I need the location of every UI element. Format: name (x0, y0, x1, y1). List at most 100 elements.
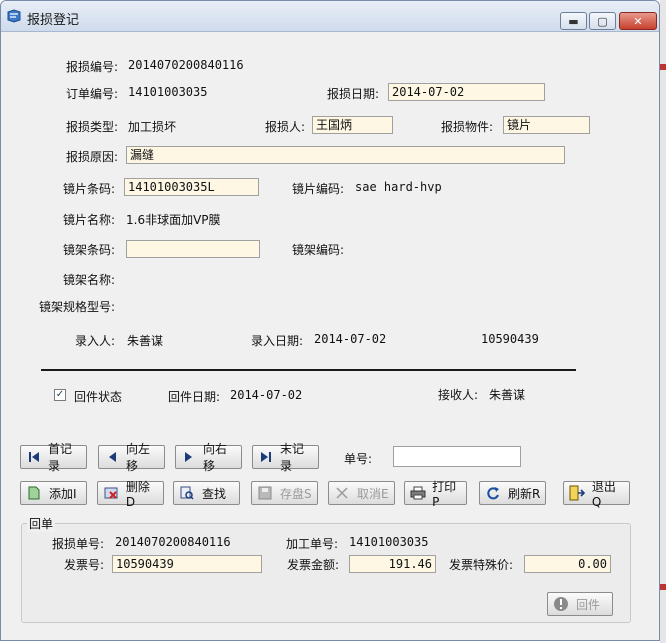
app-window: 报损登记 ▬ ▢ ✕ 报损编号: 2014070200840116 订单编号: … (0, 0, 660, 641)
report-no-label: 报损编号: (66, 60, 119, 74)
return-button-label: 回件 (576, 597, 601, 612)
invoice-field[interactable]: 10590439 (112, 555, 262, 573)
move-right-label: 向右移 (203, 442, 228, 473)
move-left-label: 向左移 (126, 442, 151, 473)
report-date-field[interactable]: 2014-07-02 (388, 83, 545, 101)
entry-number-value: 10590439 (481, 332, 539, 346)
frame-barcode-label: 镜架条码: (63, 243, 116, 257)
maximize-button[interactable]: ▢ (589, 12, 616, 30)
reason-field[interactable]: 漏缝 (126, 146, 565, 164)
section-divider (41, 369, 576, 371)
refresh-button[interactable]: 刷新R (479, 481, 546, 505)
close-icon: ✕ (633, 14, 643, 28)
receipt-section-label: 回单 (27, 515, 56, 532)
delete-button[interactable]: 删除D (97, 480, 164, 509)
process-no-label: 加工单号: (286, 537, 339, 551)
reporter-field[interactable]: 王国炳 (312, 116, 393, 134)
invoice-label: 发票号: (64, 558, 105, 572)
invoice-amount-field[interactable]: 191.46 (349, 555, 436, 573)
item-field[interactable]: 镜片 (503, 116, 590, 134)
reason-label: 报损原因: (66, 150, 119, 164)
move-left-button[interactable]: 向左移 (98, 442, 165, 473)
lens-name-value: 1.6非球面加VP膜 (126, 213, 221, 227)
frame-spec-label: 镜架规格型号: (39, 300, 116, 314)
triangle-left-icon (103, 448, 120, 466)
delete-label: 删除D (125, 479, 150, 509)
frame-name-label: 镜架名称: (63, 273, 116, 287)
edge-marker (660, 584, 666, 590)
print-label: 打印P (432, 479, 457, 509)
return-date-value: 2014-07-02 (230, 388, 303, 402)
last-record-button[interactable]: 末记录 (252, 442, 319, 473)
delete-icon (102, 484, 120, 502)
return-button[interactable]: 回件 (547, 592, 613, 616)
save-disk-icon (256, 484, 274, 502)
lens-code-label: 镜片编码: (292, 182, 345, 196)
reporter-label: 报损人: (265, 120, 306, 134)
entry-date-value: 2014-07-02 (314, 332, 387, 346)
search-button[interactable]: 查找 (173, 481, 240, 505)
return-status-label: 回件状态 (74, 390, 123, 404)
checkmark-icon: ✓ (55, 389, 65, 400)
minimize-button[interactable]: ▬ (560, 12, 587, 30)
add-button[interactable]: 添加I (20, 481, 87, 505)
triangle-right-icon (180, 448, 197, 466)
exit-button[interactable]: 退出Q (563, 480, 630, 509)
move-right-button[interactable]: 向右移 (175, 442, 242, 473)
frame-barcode-field[interactable] (126, 240, 260, 258)
search-label: 查找 (202, 486, 227, 501)
last-record-icon (257, 448, 274, 466)
save-label: 存盘S (280, 486, 312, 501)
title-bar[interactable]: 报损登记 ▬ ▢ ✕ (1, 1, 659, 32)
invoice-special-price-label: 发票特殊价: (449, 558, 514, 572)
search-icon (178, 484, 196, 502)
lens-name-label: 镜片名称: (63, 213, 116, 227)
cancel-x-icon (333, 484, 351, 502)
close-button[interactable]: ✕ (619, 12, 657, 30)
receiver-label: 接收人: (438, 388, 479, 402)
entry-date-label: 录入日期: (251, 334, 304, 348)
item-label: 报损物件: (441, 120, 494, 134)
add-document-icon (25, 484, 43, 502)
return-status-checkbox[interactable]: ✓ (54, 389, 66, 401)
lens-barcode-field[interactable]: 14101003035L (124, 178, 259, 196)
return-stop-icon (552, 595, 570, 613)
print-button[interactable]: 打印P (404, 480, 467, 509)
edge-marker (660, 64, 666, 70)
first-record-icon (25, 448, 42, 466)
add-label: 添加I (49, 486, 77, 501)
refresh-icon (484, 484, 502, 502)
cancel-label: 取消E (357, 486, 389, 501)
background-window-edge (660, 0, 666, 643)
maximize-icon: ▢ (597, 14, 608, 28)
lens-barcode-label: 镜片条码: (63, 182, 116, 196)
process-no-value: 14101003035 (349, 535, 429, 549)
cancel-button[interactable]: 取消E (328, 481, 395, 505)
report-no-value: 2014070200840116 (128, 58, 244, 72)
app-icon (7, 9, 21, 23)
return-date-label: 回件日期: (168, 390, 221, 404)
receiver-value: 朱善谋 (489, 388, 526, 402)
order-no-value: 14101003035 (128, 85, 208, 99)
frame-code-label: 镜架编码: (292, 243, 345, 257)
entered-by-label: 录入人: (75, 334, 116, 348)
printer-icon (409, 484, 426, 502)
doc-no-label: 单号: (344, 452, 373, 466)
receipt-report-no-label: 报损单号: (52, 537, 105, 551)
last-record-label: 末记录 (280, 442, 305, 473)
report-date-label: 报损日期: (327, 87, 380, 101)
doc-no-input[interactable] (393, 446, 521, 467)
report-type-label: 报损类型: (66, 120, 119, 134)
save-button[interactable]: 存盘S (251, 481, 318, 505)
refresh-label: 刷新R (508, 486, 541, 501)
first-record-button[interactable]: 首记录 (20, 442, 87, 473)
invoice-amount-label: 发票金额: (287, 558, 340, 572)
exit-label: 退出Q (591, 479, 616, 509)
minimize-icon: ▬ (568, 14, 579, 28)
window-title: 报损登记 (27, 13, 80, 28)
entered-by-value: 朱善谋 (127, 334, 164, 348)
first-record-label: 首记录 (48, 442, 73, 473)
exit-door-icon (568, 484, 586, 502)
invoice-special-price-field[interactable]: 0.00 (524, 555, 611, 573)
receipt-report-no-value: 2014070200840116 (115, 535, 231, 549)
